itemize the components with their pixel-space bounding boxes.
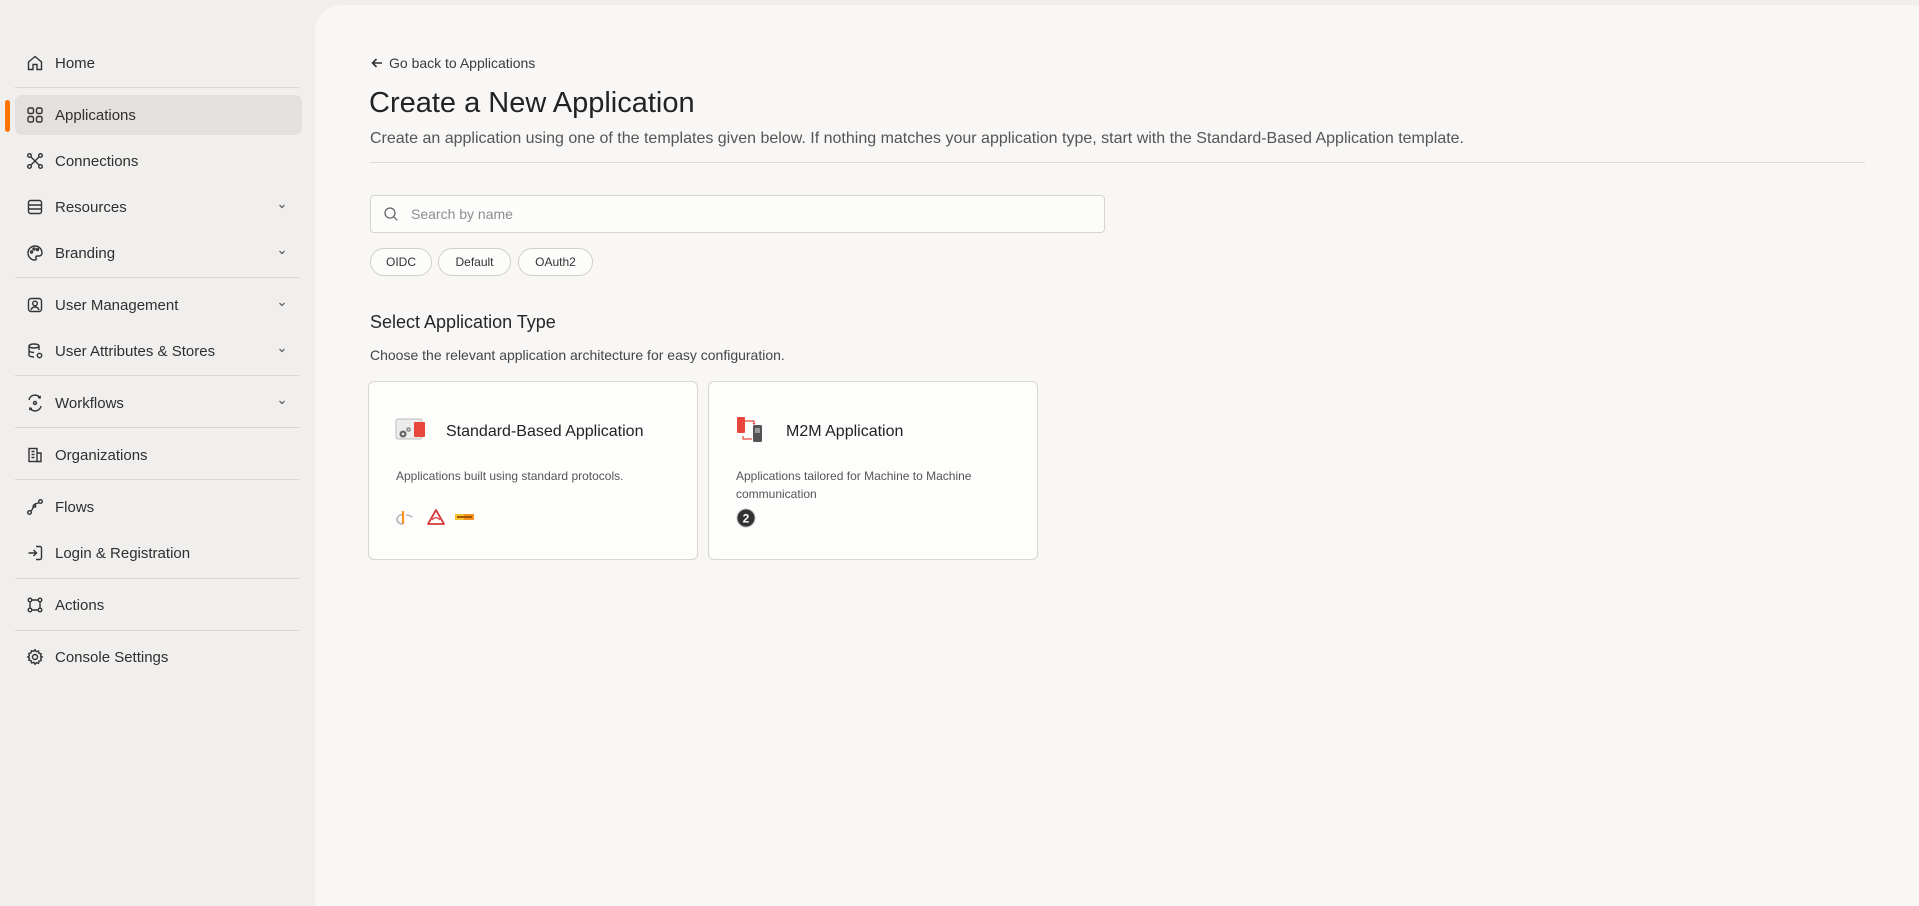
- header-divider: [370, 162, 1865, 163]
- sidebar-item-label: Login & Registration: [55, 544, 191, 562]
- filter-chip-default[interactable]: Default: [438, 248, 511, 276]
- protocol-logos: 2: [736, 508, 756, 528]
- m2m-application-card[interactable]: M2M Application Applications tailored fo…: [708, 381, 1038, 560]
- sidebar-item-label: Applications: [55, 106, 136, 124]
- sidebar-item-connections[interactable]: Connections: [15, 141, 302, 181]
- workflow-icon: [26, 394, 44, 412]
- sidebar-item-label: Branding: [55, 244, 116, 262]
- saml-logo: [427, 509, 445, 525]
- actions-icon: [26, 596, 44, 614]
- sidebar: Home Applications Connections Resources …: [0, 0, 315, 906]
- sidebar-item-label: Console Settings: [55, 648, 169, 666]
- sidebar-item-home[interactable]: Home: [15, 43, 302, 83]
- card-title: M2M Application: [786, 423, 904, 440]
- login-icon: [26, 544, 44, 562]
- chevron-down-icon: [279, 250, 285, 255]
- sidebar-item-label: Organizations: [55, 446, 148, 464]
- sidebar-item-label: Flows: [55, 498, 95, 516]
- grid-icon: [26, 106, 44, 124]
- sidebar-item-workflows[interactable]: Workflows: [15, 383, 302, 423]
- sidebar-item-label: Workflows: [55, 394, 124, 412]
- m2m-app-icon: [737, 417, 762, 442]
- page-description: Create an application using one of the t…: [370, 130, 1464, 147]
- sidebar-divider: [15, 375, 299, 376]
- sidebar-item-login-registration[interactable]: Login & Registration: [15, 533, 302, 573]
- resources-icon: [26, 198, 44, 216]
- chevron-down-icon: [279, 348, 285, 353]
- database-icon: [26, 342, 44, 360]
- chevron-down-icon: [279, 204, 285, 209]
- search-box: [370, 195, 1105, 233]
- back-link-label: Go back to Applications: [389, 55, 536, 71]
- page-title: Create a New Application: [369, 87, 695, 119]
- sidebar-item-resources[interactable]: Resources: [15, 187, 302, 227]
- card-description: Applications tailored for Machine to Mac…: [736, 469, 972, 501]
- sidebar-item-organizations[interactable]: Organizations: [15, 435, 302, 475]
- filter-chip-oauth2[interactable]: OAuth2: [518, 248, 593, 276]
- sidebar-item-branding[interactable]: Branding: [15, 233, 302, 273]
- section-title: Select Application Type: [370, 312, 556, 332]
- user-icon: [26, 296, 44, 314]
- sidebar-item-actions[interactable]: Actions: [15, 585, 302, 625]
- building-icon: [26, 446, 44, 464]
- protocol-logos: [396, 508, 476, 526]
- back-link[interactable]: Go back to Applications: [370, 55, 535, 71]
- sidebar-divider: [15, 277, 299, 278]
- sidebar-item-label: User Management: [55, 296, 179, 314]
- sidebar-item-user-management[interactable]: User Management: [15, 285, 302, 325]
- oauth2-logo: 2: [736, 508, 756, 528]
- standard-based-application-card[interactable]: Standard-Based Application Applications …: [368, 381, 698, 560]
- search-input[interactable]: [409, 205, 1093, 223]
- sidebar-divider: [15, 427, 299, 428]
- chevron-down-icon: [279, 302, 285, 307]
- sidebar-item-label: User Attributes & Stores: [55, 342, 216, 360]
- gear-icon: [26, 648, 44, 666]
- sidebar-divider: [15, 578, 299, 579]
- palette-icon: [26, 244, 44, 262]
- sidebar-item-label: Connections: [55, 152, 139, 170]
- active-indicator: [5, 100, 10, 132]
- sidebar-divider: [15, 87, 299, 88]
- standard-app-icon: [395, 418, 425, 440]
- openid-logo: [396, 511, 413, 525]
- section-description: Choose the relevant application architec…: [370, 347, 785, 363]
- svg-text:2: 2: [743, 512, 750, 526]
- chevron-down-icon: [279, 400, 285, 405]
- home-icon: [26, 54, 44, 72]
- flows-icon: [26, 498, 44, 516]
- sidebar-item-applications[interactable]: Applications: [15, 95, 302, 135]
- sidebar-item-label: Actions: [55, 596, 105, 614]
- sidebar-item-user-attributes-stores[interactable]: User Attributes & Stores: [15, 331, 302, 371]
- sidebar-divider: [15, 630, 299, 631]
- ws-fed-logo: [455, 514, 474, 520]
- sidebar-item-label: Resources: [55, 198, 127, 216]
- card-title: Standard-Based Application: [446, 423, 644, 440]
- filter-chip-oidc[interactable]: OIDC: [370, 248, 432, 276]
- sidebar-item-flows[interactable]: Flows: [15, 487, 302, 527]
- main-panel: Go back to Applications Create a New App…: [315, 5, 1919, 906]
- arrow-left-icon: [371, 58, 382, 68]
- card-description: Applications built using standard protoc…: [396, 469, 624, 483]
- search-icon: [384, 207, 398, 221]
- sidebar-item-label: Home: [55, 54, 96, 72]
- connections-icon: [26, 152, 44, 170]
- sidebar-divider: [15, 479, 299, 480]
- sidebar-item-console-settings[interactable]: Console Settings: [15, 637, 302, 677]
